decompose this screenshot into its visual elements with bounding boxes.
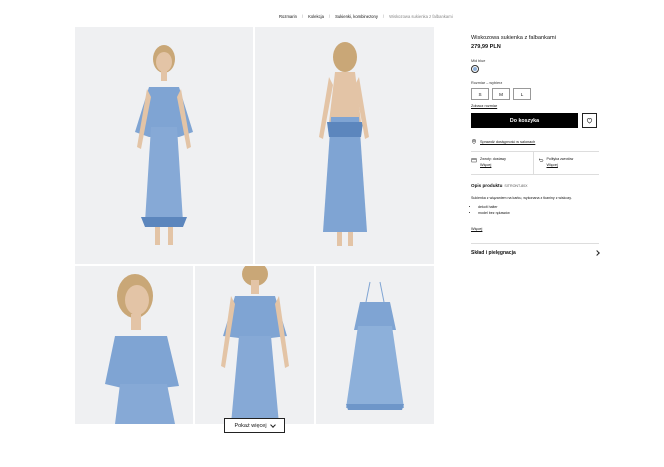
size-option-l[interactable]: L: [513, 88, 531, 100]
breadcrumb: Rozmarin / Kolekcja / Sukienki, kombinez…: [279, 14, 453, 19]
policy-returns: Polityka zwrotów Więcej: [532, 152, 600, 174]
description-more-link[interactable]: Więcej: [471, 227, 482, 231]
color-label: Mid blue: [471, 59, 486, 63]
product-photo-back[interactable]: [255, 27, 434, 264]
product-photo-front[interactable]: [75, 27, 253, 264]
add-to-cart-button[interactable]: Do koszyka: [471, 113, 578, 128]
store-availability-link[interactable]: Sprawdź dostępność w salonach: [480, 140, 535, 144]
size-selector: S M L: [471, 88, 599, 100]
product-photo-detail[interactable]: [195, 266, 314, 424]
description-bullets: dekolt halter model bez rękawów: [471, 205, 599, 215]
description-text: Sukienka z wiązaniem na karku, wykonana …: [471, 196, 572, 200]
breadcrumb-separator: /: [301, 14, 304, 19]
store-availability: Sprawdź dostępność w salonach: [471, 138, 599, 145]
breadcrumb-item-current: Wiskozowa sukienka z falbankami: [389, 14, 453, 19]
breadcrumb-item-home[interactable]: Rozmarin: [279, 14, 297, 19]
product-info-panel: Wiskozowa sukienka z falbankami 279,99 P…: [471, 35, 600, 256]
policy-shipping-title: Zwroty: dostawy: [480, 157, 506, 161]
description-bullet: model bez rękawów: [478, 211, 599, 215]
product-photo-closeup[interactable]: [75, 266, 193, 424]
description-bullet: dekolt halter: [478, 205, 599, 209]
product-photo-flat[interactable]: [316, 266, 434, 424]
heart-icon: [586, 118, 593, 124]
size-option-m[interactable]: M: [492, 88, 510, 100]
product-gallery: [75, 27, 434, 424]
color-swatch-fill: [473, 67, 477, 71]
product-code: SITRONT-80X: [504, 184, 528, 188]
care-label: Skład i pielęgnacja: [471, 250, 516, 256]
policy-row: Zwroty: dostawy Więcej Polityka zwrotów …: [471, 151, 599, 175]
chevron-right-icon: [594, 250, 600, 256]
size-option-s[interactable]: S: [471, 88, 489, 100]
cart-row: Do koszyka: [471, 113, 599, 128]
policy-shipping-link[interactable]: Więcej: [480, 163, 506, 167]
return-arrow-icon: [538, 158, 543, 162]
show-more-button[interactable]: Pokaż więcej: [224, 418, 285, 433]
wishlist-button[interactable]: [582, 113, 597, 128]
breadcrumb-separator: /: [382, 14, 385, 19]
policy-returns-link[interactable]: Więcej: [547, 163, 574, 167]
box-icon: [471, 158, 477, 163]
chevron-down-icon: [269, 421, 276, 428]
color-swatch-mid-blue[interactable]: [471, 65, 479, 73]
product-title: Wiskozowa sukienka z falbankami: [471, 35, 556, 41]
care-accordion[interactable]: Skład i pielęgnacja: [471, 243, 600, 256]
breadcrumb-item-collection[interactable]: Kolekcja: [308, 14, 324, 19]
description-heading: Opis produktu SITRONT-80X: [471, 183, 599, 188]
product-price: 279,99 PLN: [471, 44, 501, 50]
show-more-label: Pokaż więcej: [234, 422, 267, 429]
size-label: Rozmiar – wybierz: [471, 81, 503, 85]
breadcrumb-item-category[interactable]: Sukienki, kombinezony: [335, 14, 378, 19]
size-guide-link[interactable]: Zobacz rozmiar: [471, 104, 599, 108]
location-pin-icon: [471, 139, 477, 145]
breadcrumb-separator: /: [328, 14, 331, 19]
policy-returns-title: Polityka zwrotów: [546, 157, 574, 161]
description-title: Opis produktu: [471, 183, 503, 188]
policy-shipping: Zwroty: dostawy Więcej: [471, 152, 533, 174]
